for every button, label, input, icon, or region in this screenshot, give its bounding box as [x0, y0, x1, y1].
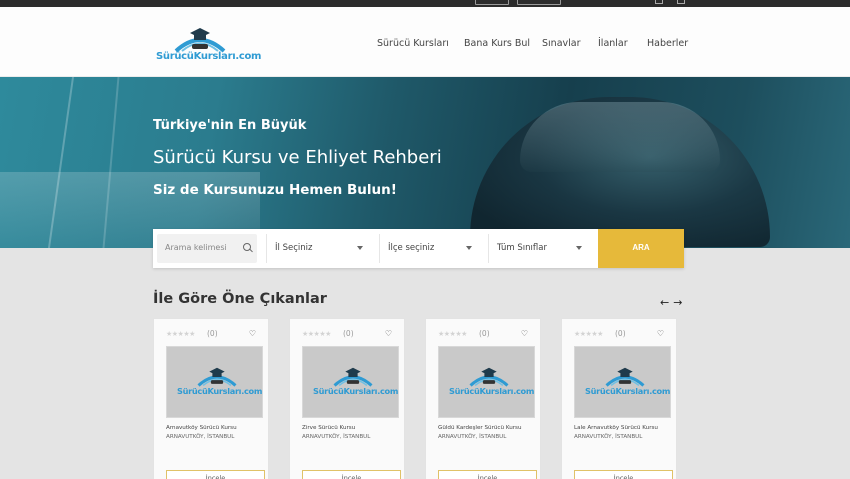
logo-graduation-cap-icon — [333, 367, 373, 387]
card-thumbnail[interactable]: SürücüKursları.com — [574, 346, 671, 418]
top-bar-button[interactable] — [517, 0, 561, 5]
view-course-label: İncele — [477, 474, 498, 479]
thumbnail-logo-text: SürücüKursları.com — [449, 386, 535, 396]
course-location: ARNAVUTKÖY, İSTANBUL — [302, 434, 371, 440]
site-logo[interactable]: SürücüKursları.com — [156, 27, 261, 67]
rating-stars: ★★★★★ — [574, 330, 603, 338]
logo-graduation-cap-icon — [197, 367, 237, 387]
rating-stars: ★★★★★ — [166, 330, 195, 338]
city-select-value: İl Seçiniz — [275, 243, 313, 253]
site-header: SürücüKursları.com Sürücü Kursları Bana … — [0, 7, 850, 77]
search-bar: Arama kelimesi İl Seçiniz İlçe seçiniz T… — [153, 229, 684, 268]
hero-car-windshield — [520, 102, 720, 172]
view-course-label: İncele — [341, 474, 362, 479]
nav-haberler[interactable]: Haberler — [647, 38, 688, 49]
course-name[interactable]: Zirve Sürücü Kursu — [302, 425, 355, 431]
card-thumbnail[interactable]: SürücüKursları.com — [166, 346, 263, 418]
hero-title: Sürücü Kursu ve Ehliyet Rehberi — [153, 147, 442, 168]
course-name[interactable]: Lale Arnavutköy Sürücü Kursu — [574, 425, 658, 431]
rating-stars: ★★★★★ — [438, 330, 467, 338]
nav-sinavlar[interactable]: Sınavlar — [542, 38, 581, 49]
logo-graduation-cap-icon — [605, 367, 645, 387]
thumbnail-logo-text: SürücüKursları.com — [177, 386, 263, 396]
class-select-value: Tüm Sınıflar — [497, 243, 547, 253]
card-thumbnail[interactable]: SürücüKursları.com — [302, 346, 399, 418]
view-course-label: İncele — [613, 474, 634, 479]
heart-icon[interactable]: ♡ — [657, 329, 664, 338]
nav-bana-kurs-bul[interactable]: Bana Kurs Bul — [464, 38, 530, 49]
chevron-down-icon — [357, 246, 363, 250]
rating-stars: ★★★★★ — [302, 330, 331, 338]
hero-subtitle: Türkiye'nin En Büyük — [153, 118, 307, 133]
arrow-left-icon[interactable]: ← — [660, 296, 669, 309]
hero-tagline: Siz de Kursunuzu Hemen Bulun! — [153, 182, 397, 198]
arrow-right-icon[interactable]: → — [673, 296, 682, 309]
section-title: İle Göre Öne Çıkanlar — [153, 291, 327, 307]
logo-graduation-cap-icon — [174, 28, 226, 53]
thumbnail-logo: SürücüKursları.com — [313, 367, 399, 403]
keyword-search-input[interactable]: Arama kelimesi — [157, 234, 257, 263]
heart-icon[interactable]: ♡ — [521, 329, 528, 338]
nav-surucu-kurslari[interactable]: Sürücü Kursları — [377, 38, 449, 49]
heart-icon[interactable]: ♡ — [249, 329, 256, 338]
top-bar-button[interactable] — [475, 0, 509, 5]
class-select[interactable]: Tüm Sınıflar — [488, 234, 594, 263]
review-count: (0) — [479, 329, 490, 338]
course-name[interactable]: Arnavutköy Sürücü Kursu — [166, 425, 237, 431]
carousel-arrows: ← → — [660, 296, 686, 309]
social-icon[interactable] — [655, 0, 663, 4]
course-location: ARNAVUTKÖY, İSTANBUL — [166, 434, 235, 440]
social-icon[interactable] — [677, 0, 685, 4]
keyword-placeholder: Arama kelimesi — [165, 243, 227, 252]
course-card[interactable]: ★★★★★ (0) ♡ SürücüKursları.com Lale Arnavutk… — [561, 318, 677, 479]
review-count: (0) — [207, 329, 218, 338]
card-thumbnail[interactable]: SürücüKursları.com — [438, 346, 535, 418]
heart-icon[interactable]: ♡ — [385, 329, 392, 338]
review-count: (0) — [343, 329, 354, 338]
district-select-value: İlçe seçiniz — [388, 243, 435, 253]
thumbnail-logo-text: SürücüKursları.com — [585, 386, 671, 396]
nav-ilanlar[interactable]: İlanlar — [598, 38, 628, 49]
thumbnail-logo: SürücüKursları.com — [585, 367, 671, 403]
view-course-button[interactable]: İncele — [166, 470, 265, 479]
chevron-down-icon — [576, 246, 582, 250]
thumbnail-logo: SürücüKursları.com — [177, 367, 263, 403]
view-course-button[interactable]: İncele — [302, 470, 401, 479]
top-bar — [0, 0, 850, 7]
thumbnail-logo-text: SürücüKursları.com — [313, 386, 399, 396]
view-course-label: İncele — [205, 474, 226, 479]
view-course-button[interactable]: İncele — [438, 470, 537, 479]
view-course-button[interactable]: İncele — [574, 470, 673, 479]
course-card[interactable]: ★★★★★ (0) ♡ SürücüKursları.com Zirve Sürücü … — [289, 318, 405, 479]
chevron-down-icon — [466, 246, 472, 250]
logo-text: SürücüKursları.com — [156, 51, 262, 62]
course-name[interactable]: Güldü Kardeşler Sürücü Kursu — [438, 425, 522, 431]
search-button-label: ARA — [632, 243, 650, 252]
district-select[interactable]: İlçe seçiniz — [379, 234, 484, 263]
review-count: (0) — [615, 329, 626, 338]
course-card[interactable]: ★★★★★ (0) ♡ SürücüKursları.com Güldü Kardeşl… — [425, 318, 541, 479]
logo-graduation-cap-icon — [469, 367, 509, 387]
city-select[interactable]: İl Seçiniz — [266, 234, 375, 263]
search-button[interactable]: ARA — [598, 229, 684, 268]
thumbnail-logo: SürücüKursları.com — [449, 367, 535, 403]
course-location: ARNAVUTKÖY, İSTANBUL — [574, 434, 643, 440]
course-location: ARNAVUTKÖY, İSTANBUL — [438, 434, 507, 440]
search-icon[interactable] — [243, 243, 251, 251]
course-card[interactable]: ★★★★★ (0) ♡ SürücüKursları.com Arnavutköy Sü… — [153, 318, 269, 479]
